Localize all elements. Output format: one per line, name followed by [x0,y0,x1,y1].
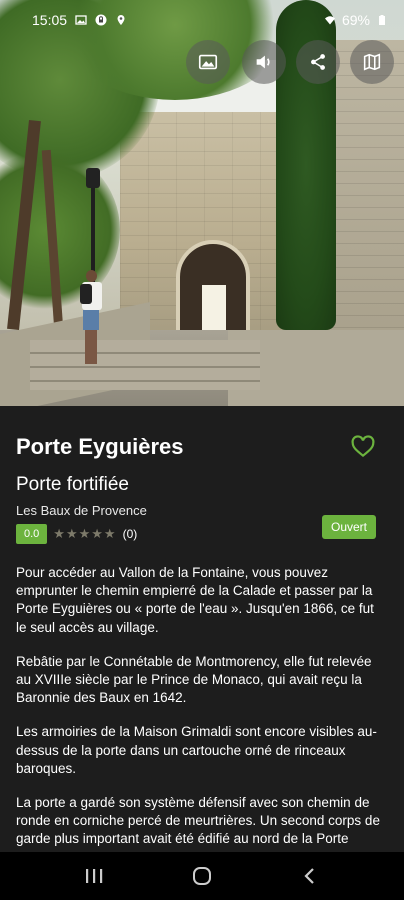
recents-button[interactable] [78,860,110,892]
description-paragraph: La porte a gardé son système défensif av… [16,795,380,852]
audio-icon [256,55,270,69]
recents-icon [86,869,103,883]
map-icon [363,53,381,71]
home-icon [193,867,211,885]
place-type: Porte fortifiée [16,474,129,495]
share-icon [311,54,325,70]
system-nav-bar [0,852,404,900]
score-badge: 0.0 [16,524,48,544]
title-row: Porte Eyguières [16,434,388,460]
battery-level: 69% [341,12,370,28]
home-button[interactable] [186,860,218,892]
description-paragraph: Pour accéder au Vallon de la Fontaine, v… [16,565,374,635]
back-icon [304,868,314,884]
gate-opening [202,285,226,334]
rating-stars[interactable]: ★★★★★ [53,526,116,542]
status-time: 15:05 [32,12,68,28]
map-button[interactable] [350,40,394,84]
favorite-heart-icon[interactable] [350,434,376,460]
street-lamp [86,168,100,188]
visitor-figure [80,270,102,366]
rating-row: 0.0 ★★★★★ (0) Ouvert [16,515,388,544]
wifi-icon [324,16,335,25]
gallery-icon [198,54,218,70]
lock-icon [95,14,107,26]
description-paragraph: Rebâtie par le Connétable de Montmorency… [16,653,372,706]
gallery-button[interactable] [186,40,230,84]
audio-button[interactable] [242,40,286,84]
battery-icon [379,15,385,25]
stone-steps [30,340,260,390]
location-icon [117,15,125,25]
open-status-badge: Ouvert [321,515,376,539]
image-icon [75,15,87,25]
back-button[interactable] [294,860,326,892]
place-details: Porte Eyguières Porte fortifiée Les Baux… [0,406,404,852]
place-title: Porte Eyguières [16,434,184,459]
status-bar: 15:05 69% [0,0,404,40]
review-count: (0) [122,527,138,541]
share-button[interactable] [296,40,340,84]
description-paragraph: Les armoiries de la Maison Grimaldi sont… [16,724,377,776]
